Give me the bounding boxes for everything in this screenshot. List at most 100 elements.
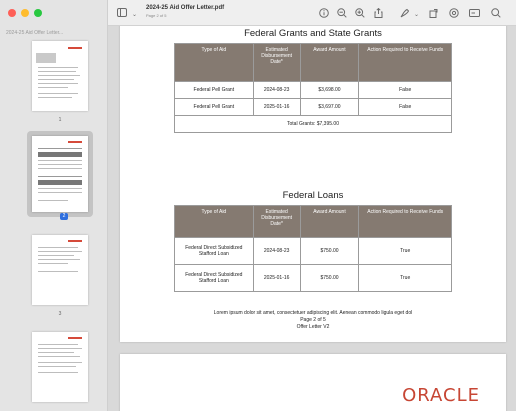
table-header-row: Type of Aid Estimated Disbursement Date*… — [174, 43, 452, 82]
thumbnail-sidebar: 2024-25 Aid Offer Letter... 1 2 3 — [0, 0, 108, 411]
pdf-page-2: Federal Grants and State Grants Type of … — [120, 26, 506, 342]
thumb-line — [38, 259, 80, 260]
page-thumbnail-2[interactable] — [32, 136, 88, 212]
table-cell: False — [358, 81, 452, 99]
thumb-table-header — [38, 152, 82, 157]
table-row: Federal Pell Grant 2024-08-23 $3,698.00 … — [174, 81, 452, 99]
thumb-line — [38, 255, 74, 256]
thumb-line — [38, 176, 82, 177]
loans-table: Type of Aid Estimated Disbursement Date*… — [174, 205, 452, 292]
thumb-line — [38, 352, 74, 353]
table-cell: $3,698.00 — [299, 81, 360, 99]
thumb-line — [38, 93, 78, 94]
preview-window: 2024-25 Aid Offer Letter... 1 2 3 ⌄ 2024… — [0, 0, 516, 411]
col-header: Type of Aid — [174, 43, 254, 82]
thumb-line — [38, 97, 72, 98]
col-header: Estimated Disbursement Date* — [252, 43, 301, 82]
info-icon[interactable] — [319, 8, 329, 20]
table-cell: 2024-08-23 — [252, 81, 301, 99]
table-cell: True — [358, 237, 452, 265]
highlight-icon[interactable] — [449, 8, 459, 20]
table-cell: $750.00 — [299, 237, 360, 265]
page-thumbnail-3[interactable] — [32, 235, 88, 305]
loans-title: Federal Loans — [282, 190, 344, 201]
chevron-down-icon[interactable]: ⌄ — [414, 10, 419, 20]
thumb-line — [38, 79, 74, 80]
table-cell: Federal Pell Grant — [174, 98, 254, 116]
thumb-logo — [68, 240, 82, 242]
rotate-icon[interactable] — [429, 8, 439, 20]
grants-table: Type of Aid Estimated Disbursement Date*… — [174, 43, 452, 133]
thumb-line — [38, 362, 82, 363]
table-cell: Federal Pell Grant — [174, 81, 254, 99]
page-thumbnail-1[interactable] — [32, 41, 88, 111]
table-cell: False — [358, 98, 452, 116]
document-subtitle: Page 2 of 5 — [146, 13, 167, 18]
pdf-page-3: ORACLE — [120, 354, 506, 411]
thumb-line — [38, 83, 78, 84]
markup-icon[interactable] — [400, 8, 410, 20]
toolbar: ⌄ 2024-25 Aid Offer Letter.pdf Page 2 of… — [108, 0, 516, 26]
thumb-line — [38, 251, 82, 252]
thumb-table-header — [38, 180, 82, 185]
zoom-out-icon[interactable] — [337, 8, 347, 20]
grants-title: Federal Grants and State Grants — [244, 28, 382, 39]
total-grants: Total Grants: $7,395.00 — [174, 115, 452, 133]
thumbnail-label: 1 — [58, 117, 62, 123]
zoom-button[interactable] — [34, 9, 42, 17]
col-header: Award Amount — [299, 205, 360, 238]
form-icon[interactable] — [469, 8, 480, 20]
table-row: Federal Pell Grant 2025-01-16 $3,697.00 … — [174, 98, 452, 116]
table-row: Federal Direct Subsidized Stafford Loan … — [174, 237, 452, 265]
thumb-line — [38, 164, 82, 165]
thumb-line — [38, 87, 68, 88]
thumb-line — [38, 67, 78, 68]
thumb-line — [38, 192, 82, 193]
table-cell: Federal Direct Subsidized Stafford Loan — [174, 264, 254, 292]
page-footer: Page 2 of 5 — [300, 317, 326, 323]
table-cell: 2025-01-16 — [252, 264, 301, 292]
thumb-line — [38, 168, 82, 169]
col-header: Action Required to Receive Funds — [358, 205, 452, 238]
zoom-in-icon[interactable] — [355, 8, 365, 20]
page-thumbnail-4[interactable] — [32, 332, 88, 402]
oracle-logo: ORACLE — [402, 385, 480, 406]
document-view[interactable]: Federal Grants and State Grants Type of … — [108, 26, 516, 411]
thumb-logo — [68, 337, 82, 339]
thumb-line — [38, 160, 82, 161]
sidebar-title: 2024-25 Aid Offer Letter... — [6, 30, 64, 36]
thumb-line — [38, 75, 80, 76]
window-controls — [8, 9, 42, 17]
lorem-text: Lorem ipsum dolor sit amet, consectetuer… — [213, 310, 413, 316]
thumb-line — [38, 344, 78, 345]
thumb-line — [38, 372, 78, 373]
close-button[interactable] — [8, 9, 16, 17]
table-cell: $750.00 — [299, 264, 360, 292]
share-icon[interactable] — [374, 7, 383, 20]
sidebar-icon[interactable] — [117, 8, 127, 19]
col-header: Estimated Disbursement Date* — [252, 205, 301, 238]
thumb-line — [38, 356, 80, 357]
table-row: Federal Direct Subsidized Stafford Loan … — [174, 264, 452, 292]
thumbnail-label: 3 — [58, 311, 62, 317]
thumb-line — [38, 148, 82, 149]
table-cell: 2024-08-23 — [252, 237, 301, 265]
thumb-line — [38, 200, 68, 201]
thumb-line — [38, 348, 82, 349]
thumb-line — [38, 271, 78, 272]
document-title: 2024-25 Aid Offer Letter.pdf — [146, 5, 225, 11]
thumb-line — [38, 366, 76, 367]
chevron-down-icon[interactable]: ⌄ — [132, 10, 137, 20]
thumb-line — [38, 188, 82, 189]
table-cell: True — [358, 264, 452, 292]
table-cell: Federal Direct Subsidized Stafford Loan — [174, 237, 254, 265]
thumb-logo — [68, 141, 82, 143]
thumb-line — [38, 263, 68, 264]
thumb-block — [36, 53, 56, 63]
minimize-button[interactable] — [21, 9, 29, 17]
thumb-logo — [68, 47, 82, 49]
thumb-line — [38, 71, 76, 72]
table-total-row: Total Grants: $7,395.00 — [174, 115, 452, 133]
thumb-line — [38, 247, 78, 248]
search-icon[interactable] — [491, 8, 501, 20]
